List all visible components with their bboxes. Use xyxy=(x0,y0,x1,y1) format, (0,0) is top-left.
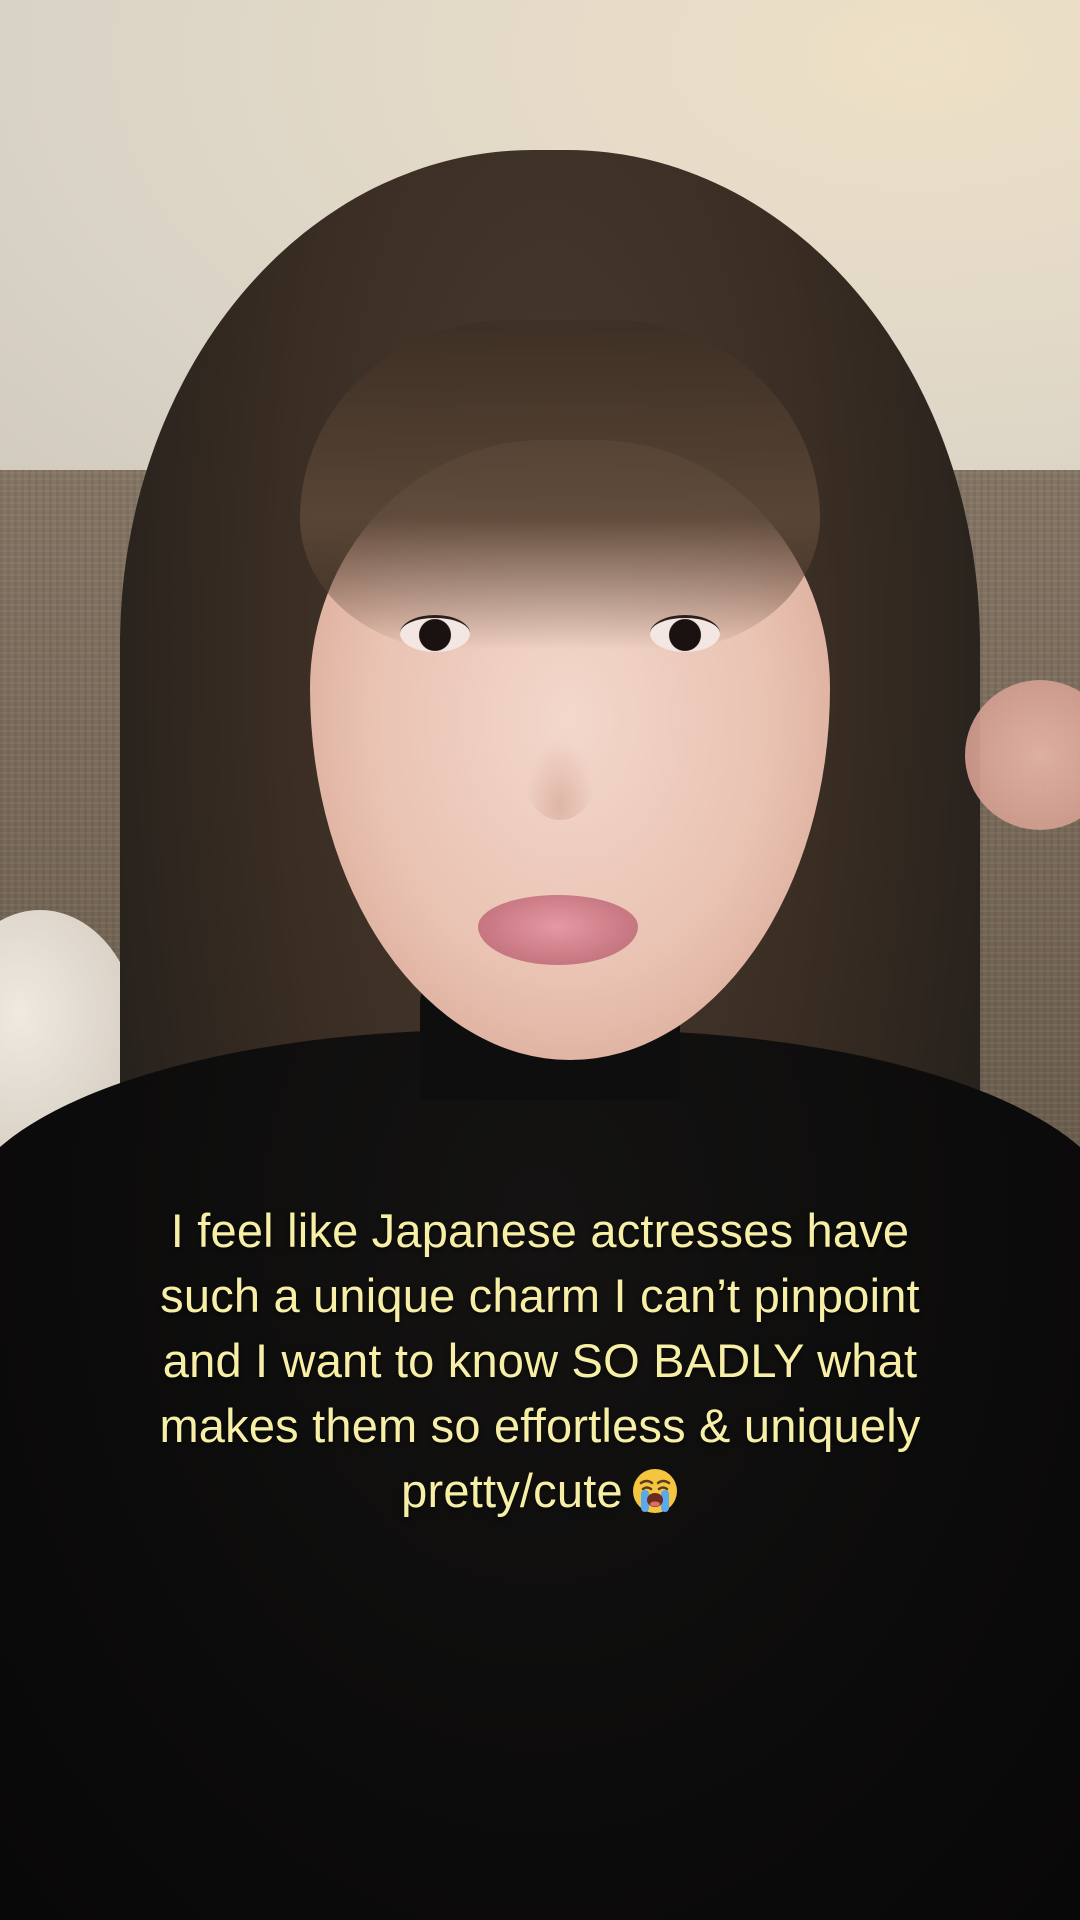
caption-overlay: I feel like Japanese actresses have such… xyxy=(130,1198,950,1523)
left-eye xyxy=(400,615,470,652)
nose xyxy=(525,740,595,820)
loudly-crying-face-icon xyxy=(632,1469,677,1513)
caption-text: I feel like Japanese actresses have such… xyxy=(159,1204,921,1517)
video-frame: I feel like Japanese actresses have such… xyxy=(0,0,1080,1920)
bangs xyxy=(300,320,820,650)
right-eye xyxy=(650,615,720,652)
